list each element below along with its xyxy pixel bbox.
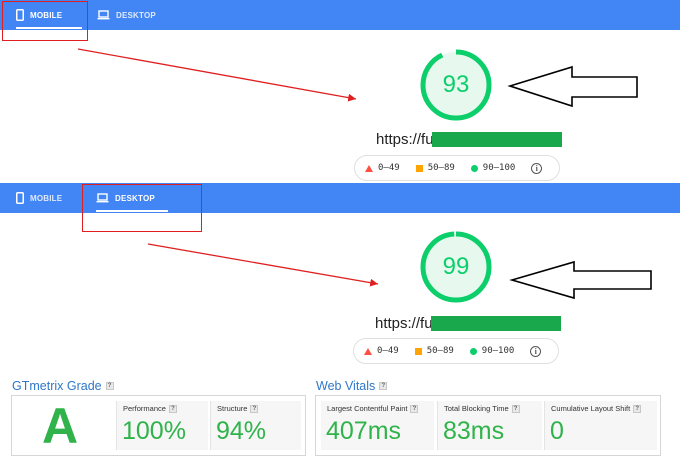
tab-mobile[interactable]: MOBILE bbox=[16, 183, 82, 213]
tested-url-mobile: https://fu bbox=[376, 131, 562, 148]
triangle-icon bbox=[365, 164, 373, 172]
triangle-icon bbox=[364, 347, 372, 355]
red-arrow-top bbox=[77, 48, 357, 102]
tested-url-desktop: https://fu bbox=[375, 315, 561, 332]
structure-label: Structure bbox=[217, 404, 248, 413]
performance-cell: Performance? 100% bbox=[116, 401, 208, 450]
cls-value: 0 bbox=[550, 417, 564, 445]
web-vitals-panel: Largest Contentful Paint? 407ms Total Bl… bbox=[315, 395, 661, 456]
structure-value: 94% bbox=[216, 417, 267, 445]
legend-average: 50–89 bbox=[415, 163, 455, 173]
url-text: https://fu bbox=[375, 315, 433, 332]
url-text: https://fu bbox=[376, 131, 434, 148]
top-tab-bar: MOBILE DESKTOP bbox=[0, 0, 680, 30]
cls-label: Cumulative Layout Shift bbox=[551, 404, 631, 413]
lcp-label: Largest Contentful Paint bbox=[327, 404, 408, 413]
cls-cell: Cumulative Layout Shift? 0 bbox=[544, 401, 657, 450]
lcp-cell: Largest Contentful Paint? 407ms bbox=[321, 401, 434, 450]
laptop-icon bbox=[97, 10, 110, 20]
redacted-url-block bbox=[430, 316, 561, 331]
gtmetrix-grade-panel: A Performance? 100% Structure? 94% bbox=[11, 395, 306, 456]
square-icon bbox=[414, 347, 422, 355]
help-icon[interactable]: ? bbox=[379, 382, 388, 390]
score-mobile: 93 bbox=[442, 71, 470, 98]
tbt-value: 83ms bbox=[443, 417, 505, 445]
lcp-value: 407ms bbox=[326, 417, 402, 445]
circle-icon bbox=[470, 164, 478, 172]
score-desktop: 99 bbox=[442, 253, 470, 280]
legend-average: 50–89 bbox=[414, 346, 454, 356]
tbt-cell: Total Blocking Time? 83ms bbox=[437, 401, 542, 450]
help-icon[interactable]: ? bbox=[633, 404, 642, 413]
legend-fail: 0–49 bbox=[365, 163, 400, 173]
red-arrow-middle bbox=[147, 243, 379, 287]
structure-cell: Structure? 94% bbox=[210, 401, 301, 450]
web-vitals-title: Web Vitals ? bbox=[316, 379, 388, 393]
legend-pass: 90–100 bbox=[470, 163, 515, 173]
tab-mobile-label: MOBILE bbox=[30, 193, 63, 203]
outline-arrow-middle bbox=[509, 260, 652, 300]
performance-label: Performance bbox=[123, 404, 166, 413]
info-icon[interactable]: i bbox=[531, 162, 543, 174]
legend-pass: 90–100 bbox=[469, 346, 514, 356]
phone-icon bbox=[16, 192, 24, 204]
help-icon[interactable]: ? bbox=[410, 404, 419, 413]
mobile-tab-highlight bbox=[2, 1, 88, 41]
score-legend-desktop: 0–49 50–89 90–100 i bbox=[353, 338, 559, 364]
help-icon[interactable]: ? bbox=[250, 404, 259, 413]
legend-fail: 0–49 bbox=[364, 346, 399, 356]
help-icon[interactable]: ? bbox=[105, 382, 114, 390]
help-icon[interactable]: ? bbox=[511, 404, 520, 413]
square-icon bbox=[415, 164, 423, 172]
gtmetrix-grade-title: GTmetrix Grade ? bbox=[12, 379, 114, 393]
tbt-label: Total Blocking Time bbox=[444, 404, 509, 413]
grade-letter: A bbox=[41, 397, 79, 454]
tab-desktop[interactable]: DESKTOP bbox=[97, 0, 177, 30]
outline-arrow-top bbox=[507, 65, 638, 108]
score-legend-mobile: 0–49 50–89 90–100 i bbox=[354, 155, 560, 181]
redacted-url-block bbox=[431, 132, 562, 147]
desktop-tab-highlight bbox=[82, 184, 202, 232]
help-icon[interactable]: ? bbox=[168, 404, 177, 413]
performance-value: 100% bbox=[122, 417, 186, 445]
tab-desktop-label: DESKTOP bbox=[116, 10, 156, 20]
info-icon[interactable]: i bbox=[530, 345, 542, 357]
circle-icon bbox=[469, 347, 477, 355]
